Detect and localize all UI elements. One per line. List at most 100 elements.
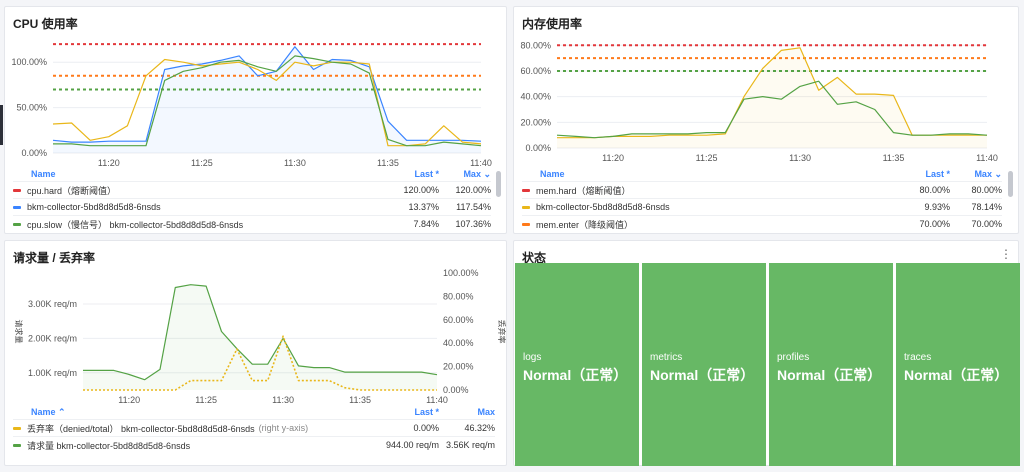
legend-col-max[interactable]: Max [439,407,495,417]
memory-legend: Name Last * Max ⌄ mem.hard（熔断阈值） 80.00% 80… [522,167,1002,232]
legend-series-name: mem.hard（熔断阈值） [522,184,890,197]
y-right-tick-label: 20.00% [443,362,474,372]
status-tile-label: metrics [650,352,683,363]
legend-swatch [522,205,530,209]
legend-col-max[interactable]: Max ⌄ [439,169,491,180]
legend-col-name[interactable]: Name ⌃ [13,407,373,418]
legend-swatch [13,188,21,192]
y-tick-label: 0.00% [21,148,47,158]
legend-row[interactable]: 丢弃率（denied/total） bkm-collector-5bd8d8d5… [13,419,495,436]
legend-max-value: 46.32% [464,423,495,433]
legend-swatch [522,222,530,226]
legend-last-value: 7.84% [413,219,439,229]
status-tile-metrics: metrics Normal（正常） [642,263,766,466]
status-tile-traces: traces Normal（正常） [896,263,1020,466]
status-tile-value: Normal（正常） [650,367,755,383]
status-tile-value: Normal（正常） [904,367,1009,383]
x-tick-label: 11:35 [349,395,371,405]
legend-max-value: 78.14% [971,202,1002,212]
legend-col-last[interactable]: Last * [373,407,439,417]
y-tick-label: 3.00K req/m [28,299,77,309]
legend-series-name: 请求量 bkm-collector-5bd8d8d5d8-6nsds [13,439,373,452]
legend-swatch [13,222,21,226]
legend-max-value: 80.00% [971,185,1002,195]
legend-label: 请求量 bkm-collector-5bd8d8d5d8-6nsds [27,440,191,451]
x-tick-label: 11:20 [602,153,624,163]
y-tick-label: 2.00K req/m [28,333,77,343]
legend-col-last[interactable]: Last * [379,169,439,179]
legend-label: 丢弃率（denied/total） bkm-collector-5bd8d8d5… [27,423,255,434]
status-tile-value: Normal（正常） [523,367,628,383]
legend-row[interactable]: mem.hard（熔断阈值） 80.00% 80.00% [522,181,1002,198]
status-tile-profiles: profiles Normal（正常） [769,263,893,466]
legend-axis-note: (right y-axis) [258,423,309,433]
legend-series-name: cpu.hard（熔断阈值） [13,184,379,197]
x-tick-label: 11:25 [696,153,718,163]
x-tick-label: 11:35 [883,153,905,163]
x-tick-label: 11:30 [272,395,294,405]
legend-max-value: 117.54% [456,202,491,212]
x-tick-label: 11:20 [98,158,120,167]
x-tick-label: 11:20 [118,395,140,405]
x-tick-label: 11:35 [377,158,399,167]
legend-series-name: 丢弃率（denied/total） bkm-collector-5bd8d8d5… [13,422,373,435]
series-area [83,284,437,390]
legend-max-value: 3.56K req/m [445,440,495,450]
y-tick-label: 80.00% [520,40,551,50]
x-tick-label: 11:30 [789,153,811,163]
y-tick-label: 100.00% [11,57,47,67]
legend-row[interactable]: cpu.hard（熔断阈值） 120.00% 120.00% [13,181,491,198]
y-tick-label: 50.00% [16,103,47,113]
cpu-legend-scrollbar[interactable] [496,171,501,197]
cpu-usage-panel: CPU 使用率 0.00% 50.00% 100.00% 11:20 11:25 11:3… [4,6,507,234]
legend-label: mem.enter（降级阈值） [536,219,634,230]
memory-usage-chart: 0.00% 20.00% 40.00% 60.00% 80.00% 11:20 11:25 1… [520,40,998,163]
legend-col-name[interactable]: Name [522,169,890,179]
requests-legend: Name ⌃ Last * Max 丢弃率（denied/total） bkm-… [13,405,495,453]
x-tick-label: 11:40 [976,153,998,163]
x-tick-label: 11:40 [470,158,492,167]
status-tile-label: traces [904,352,932,363]
more-vertical-icon[interactable]: ⋮ [1000,247,1012,261]
memory-usage-panel: 内存使用率 0.00% 20.00% 40.00% 60.00% 80.00% 11:20… [513,6,1019,234]
legend-label: bkm-collector-5bd8d8d5d8-6nsds [27,202,161,212]
requests-drop-rate-panel: 请求量 / 丢弃率 1.00K req/m 2.00K req/m 3.00K re… [4,240,507,466]
cpu-legend: Name Last * Max ⌄ cpu.hard（熔断阈值） 120.00% 1… [13,167,491,232]
legend-last-value: 9.93% [924,202,950,212]
legend-max-value: 70.00% [971,219,1002,229]
y-right-tick-label: 40.00% [443,338,474,348]
legend-col-last[interactable]: Last * [890,169,950,179]
y-tick-label: 20.00% [520,117,551,127]
y-right-tick-label: 0.00% [443,385,469,395]
legend-col-name[interactable]: Name [13,169,379,179]
legend-label: cpu.hard（熔断阈值） [27,185,117,196]
legend-max-value: 107.36% [455,219,491,229]
status-tile-label: profiles [777,352,810,363]
legend-row[interactable]: cpu.slow（慢信号） bkm-collector-5bd8d8d5d8-6… [13,215,491,232]
memory-legend-scrollbar[interactable] [1008,171,1013,197]
y-tick-label: 40.00% [520,92,551,102]
y-tick-label: 1.00K req/m [28,368,77,378]
x-tick-label: 11:30 [284,158,306,167]
legend-col-max[interactable]: Max ⌄ [950,169,1002,180]
legend-last-value: 80.00% [919,185,950,195]
legend-last-value: 0.00% [413,423,439,433]
legend-header: Name ⌃ Last * Max [13,405,495,419]
x-tick-label: 11:40 [426,395,448,405]
requests-drop-rate-chart: 1.00K req/m 2.00K req/m 3.00K req/m 0.00% 20… [14,268,506,405]
legend-row[interactable]: bkm-collector-5bd8d8d5d8-6nsds 13.37% 117.… [13,198,491,215]
y-axis-title: 请求量 [14,320,24,344]
legend-max-value: 120.00% [455,185,491,195]
status-tile-label: logs [523,352,542,363]
legend-series-name: cpu.slow（慢信号） bkm-collector-5bd8d8d5d8-6… [13,218,379,231]
legend-header: Name Last * Max ⌄ [522,167,1002,181]
cpu-usage-chart: 0.00% 50.00% 100.00% 11:20 11:25 11:30 11:35 11… [11,43,492,167]
legend-row[interactable]: 请求量 bkm-collector-5bd8d8d5d8-6nsds 944.00… [13,436,495,453]
legend-series-name: bkm-collector-5bd8d8d5d8-6nsds [522,202,890,212]
legend-label: mem.hard（熔断阈值） [536,185,631,196]
legend-header: Name Last * Max ⌄ [13,167,491,181]
legend-row[interactable]: bkm-collector-5bd8d8d5d8-6nsds 9.93% 78.14… [522,198,1002,215]
legend-row[interactable]: mem.enter（降级阈值） 70.00% 70.00% [522,215,1002,232]
y-right-tick-label: 100.00% [443,268,479,278]
x-tick-label: 11:25 [191,158,213,167]
